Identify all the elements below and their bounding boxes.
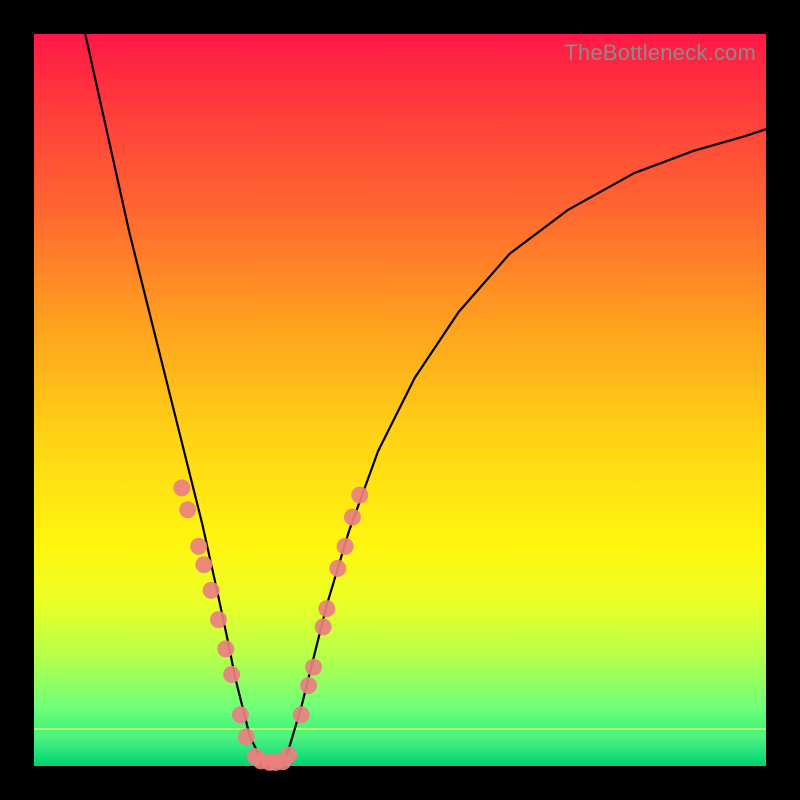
watermark: TheBottleneck.com	[564, 40, 756, 66]
green-ribbons	[34, 726, 766, 766]
yellow-strip	[34, 728, 766, 730]
chart-stage: TheBottleneck.com	[0, 0, 800, 800]
plot-area: TheBottleneck.com	[34, 34, 766, 766]
